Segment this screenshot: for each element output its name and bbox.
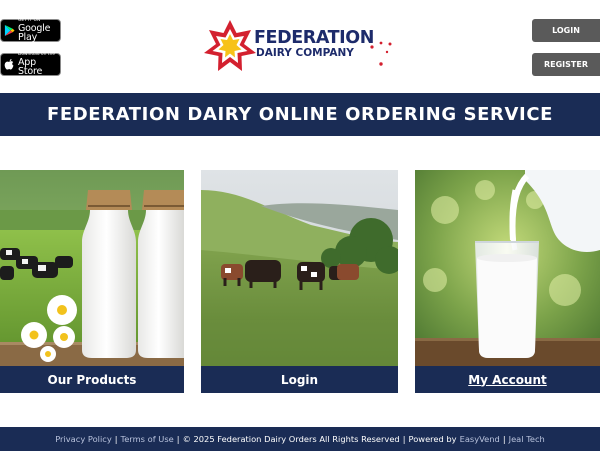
footer-separator: | bbox=[402, 434, 406, 444]
copyright-text: © 2025 Federation Dairy Orders All Right… bbox=[182, 434, 400, 444]
footer-separator: | bbox=[176, 434, 180, 444]
footer: Privacy Policy | Terms of Use | © 2025 F… bbox=[0, 427, 600, 451]
powered-by-text: Powered by bbox=[408, 434, 457, 444]
terms-of-use-link[interactable]: Terms of Use bbox=[121, 434, 174, 444]
our-products-label: Our Products bbox=[0, 366, 184, 393]
google-play-big: Google Play bbox=[18, 22, 51, 44]
google-play-icon bbox=[4, 25, 15, 36]
google-play-small: GET IT ON bbox=[18, 17, 41, 23]
jeal-tech-link[interactable]: Jeal Tech bbox=[509, 434, 545, 444]
logo-line1: FEDERATION bbox=[254, 28, 375, 48]
footer-separator: | bbox=[502, 434, 506, 444]
page-title: FEDERATION DAIRY ONLINE ORDERING SERVICE bbox=[46, 104, 554, 125]
login-card-label: Login bbox=[201, 366, 398, 393]
title-banner: FEDERATION DAIRY ONLINE ORDERING SERVICE bbox=[0, 93, 600, 136]
easyvend-link[interactable]: EasyVend bbox=[460, 434, 500, 444]
google-play-badge[interactable]: GET IT ON Google Play bbox=[0, 17, 61, 44]
login-card[interactable]: Login bbox=[201, 170, 398, 393]
our-products-card[interactable]: Our Products bbox=[0, 170, 184, 393]
my-account-card[interactable]: My Account bbox=[415, 170, 600, 393]
my-account-label: My Account bbox=[415, 366, 600, 393]
my-account-link[interactable]: My Account bbox=[468, 373, 547, 387]
milk-glass-image bbox=[415, 170, 600, 366]
apple-icon bbox=[4, 59, 14, 70]
app-store-small: Download on the bbox=[18, 51, 56, 57]
app-store-big: App Store bbox=[18, 56, 43, 78]
register-button[interactable]: REGISTER bbox=[532, 53, 600, 76]
brand-logo[interactable]: FEDERATION DAIRY COMPANY bbox=[200, 18, 400, 80]
footer-separator: | bbox=[114, 434, 118, 444]
cows-field-image bbox=[201, 170, 398, 366]
app-store-badge[interactable]: Download on the App Store bbox=[0, 51, 61, 78]
privacy-policy-link[interactable]: Privacy Policy bbox=[55, 434, 112, 444]
page: GET IT ON Google Play Download on the Ap… bbox=[0, 0, 600, 451]
logo-line2: DAIRY COMPANY bbox=[256, 47, 354, 59]
login-button[interactable]: LOGIN bbox=[532, 19, 600, 42]
milk-bottles-image bbox=[0, 170, 184, 366]
